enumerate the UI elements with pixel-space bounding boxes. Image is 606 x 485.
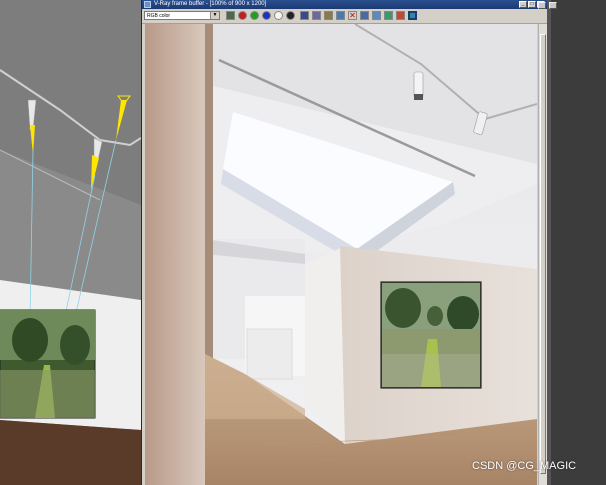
scene-viewport[interactable]: [0, 0, 141, 485]
maximize-button[interactable]: □: [528, 1, 536, 8]
scrollbar-thumb[interactable]: [540, 34, 546, 474]
vray-frame-buffer-window[interactable]: V-Ray frame buffer - [100% of 900 x 1200…: [141, 0, 547, 485]
panel-restore-icon[interactable]: [538, 2, 546, 9]
blue-channel-icon[interactable]: [262, 11, 271, 20]
lens-effects-icon[interactable]: [384, 11, 393, 20]
save-icon[interactable]: [300, 11, 309, 20]
delete-icon[interactable]: ✕: [348, 11, 357, 20]
history-icon[interactable]: [372, 11, 381, 20]
panel-divider: [547, 0, 551, 485]
vfb-app-icon: [144, 1, 151, 8]
viewport-scene-drawing: [0, 0, 141, 485]
host-app-panel: [538, 0, 606, 485]
watermark: CSDN @CG_MAGIC: [472, 460, 577, 472]
minimize-button[interactable]: _: [519, 1, 527, 8]
panel-minimize-icon[interactable]: [549, 2, 557, 9]
green-channel-icon[interactable]: [250, 11, 259, 20]
clone-icon[interactable]: [312, 11, 321, 20]
link-icon[interactable]: [324, 11, 333, 20]
mono-channel-icon[interactable]: [286, 11, 295, 20]
alpha-channel-icon[interactable]: [274, 11, 283, 20]
color-corrections-icon[interactable]: [396, 11, 405, 20]
region-render-icon[interactable]: [360, 11, 369, 20]
pixel-info-icon[interactable]: [408, 11, 417, 20]
rendered-image: [145, 24, 537, 485]
chevron-down-icon: ▼: [210, 12, 219, 19]
render-drawing: [145, 24, 537, 485]
channel-select[interactable]: RGB color ▼: [144, 11, 220, 20]
channel-select-value: RGB color: [147, 13, 171, 19]
vfb-title-bar[interactable]: V-Ray frame buffer - [100% of 900 x 1200…: [142, 0, 547, 9]
clear-icon[interactable]: [336, 11, 345, 20]
red-channel-icon[interactable]: [238, 11, 247, 20]
vfb-title: V-Ray frame buffer - [100% of 900 x 1200…: [154, 1, 267, 7]
vfb-toolbar: RGB color ▼ ✕: [142, 9, 547, 24]
vertical-scrollbar[interactable]: [538, 24, 547, 485]
track-mouse-icon[interactable]: [226, 11, 235, 20]
